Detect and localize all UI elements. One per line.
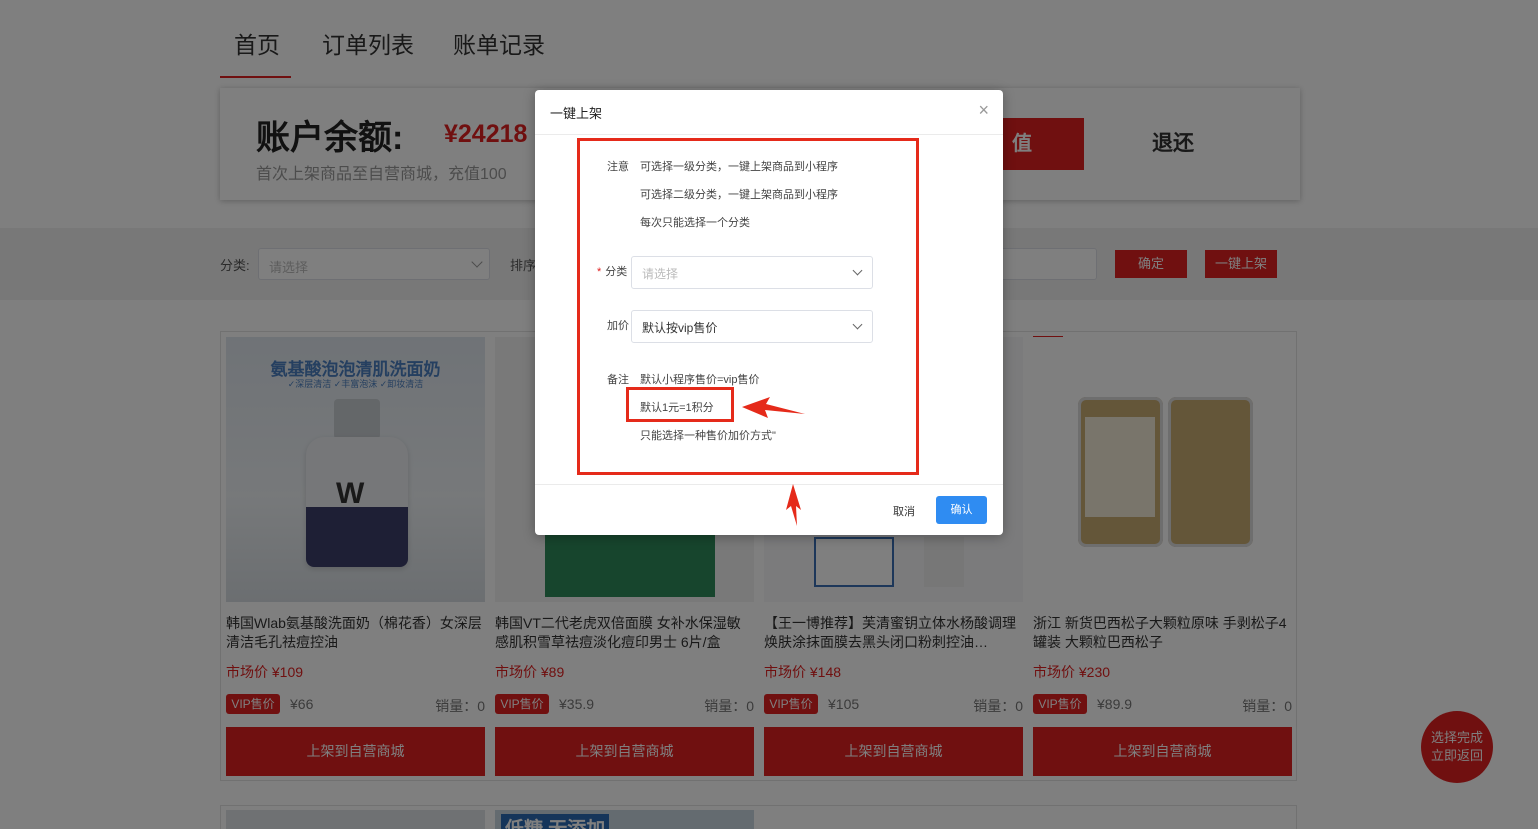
cancel-button[interactable]: 取消	[884, 498, 924, 526]
confirm-button[interactable]: 确认	[936, 496, 987, 524]
annotation-highlight-box	[577, 138, 919, 475]
close-icon[interactable]: ×	[978, 101, 989, 119]
dialog-divider	[535, 484, 1003, 485]
dialog-title: 一键上架	[550, 106, 603, 121]
annotation-highlight-box	[626, 387, 734, 422]
dialog-divider	[535, 134, 1003, 135]
